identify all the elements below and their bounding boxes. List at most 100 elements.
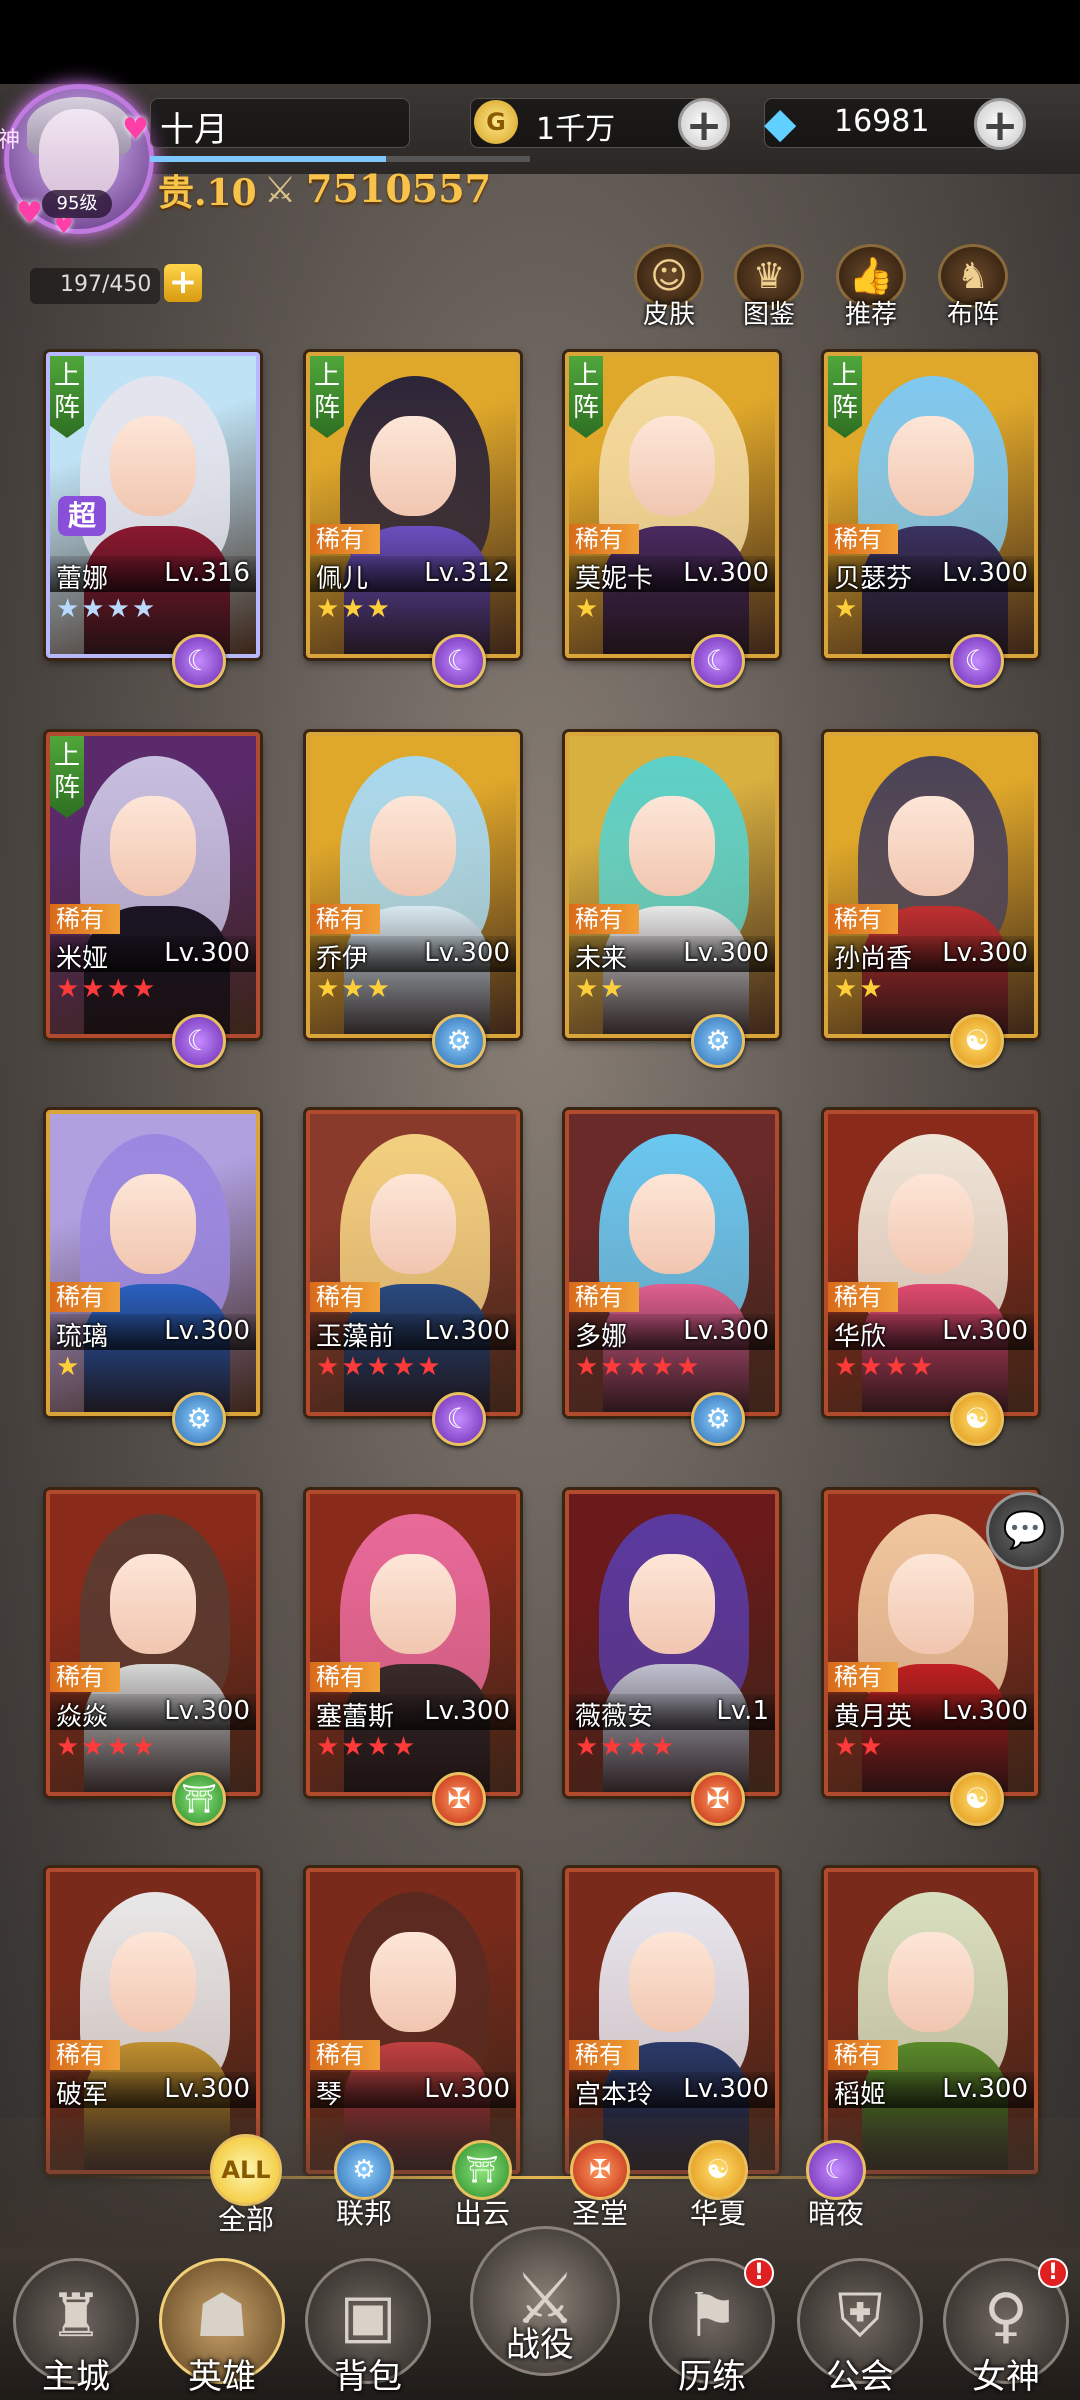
filter-label: 暗夜 [807, 2197, 864, 2230]
top-action-chess-knight[interactable]: ♞ 布阵 [936, 244, 1010, 330]
faction-badge-icon: ⚙ [432, 1014, 486, 1068]
hero-face [629, 1554, 715, 1654]
rarity-tag: 稀有 [569, 904, 639, 934]
nav-guild-shield[interactable]: ⛨ 公会 [790, 2258, 930, 2398]
hero-name: 稻姬 [834, 2080, 887, 2110]
hero-card[interactable]: 稀有 玉藻前 Lv.300 ★★★★★ [306, 1110, 520, 1416]
hero-level: Lv.300 [942, 558, 1028, 588]
hero-card[interactable]: 上阵 稀有 莫妮卡 Lv.300 ★ [565, 352, 779, 658]
hero-stars: ★★★★ [56, 974, 158, 1004]
hero-stars: ★★★★ [56, 594, 158, 624]
hero-face [370, 1932, 456, 2032]
add-gold-button[interactable]: + [678, 98, 730, 151]
expand-capacity-button[interactable]: + [164, 264, 202, 302]
hero-card[interactable]: 上阵 稀有 贝瑟芬 Lv.300 ★ [824, 352, 1038, 658]
rarity-tag: 稀有 [310, 1662, 380, 1692]
hero-level: Lv.300 [164, 1316, 250, 1346]
hero-stars: ★★★★ [316, 1732, 418, 1762]
hero-card[interactable]: 上阵 稀有 米娅 Lv.300 ★★★★ [46, 732, 260, 1038]
faction-badge-icon: ☾ [172, 1014, 226, 1068]
hero-card[interactable]: 稀有 多娜 Lv.300 ★★★★★ [565, 1110, 779, 1416]
faction-badge-icon: ☾ [432, 1392, 486, 1446]
hero-card[interactable]: 稀有 未来 Lv.300 ★★ [565, 732, 779, 1038]
rarity-tag: 稀有 [310, 2040, 380, 2070]
hero-card[interactable]: 稀有 琉璃 Lv.300 ★ [46, 1110, 260, 1416]
rarity-tag: 稀有 [828, 1282, 898, 1312]
rarity-tag: 稀有 [569, 2040, 639, 2070]
hero-level: Lv.300 [424, 2074, 510, 2104]
hero-capacity: 197/450 [60, 272, 152, 297]
hero-name: 薇薇安 [575, 1702, 654, 1732]
hero-face [629, 1174, 715, 1274]
faction-badge-icon: ☾ [691, 634, 745, 688]
top-action-thumbs-up[interactable]: 👍 推荐 [834, 244, 908, 330]
exp-bar-fill [150, 156, 386, 162]
hero-level: Lv.300 [164, 2074, 250, 2104]
hero-card[interactable]: 上阵 稀有 佩儿 Lv.312 ★★★ [306, 352, 520, 658]
combat-power: 7510557 [306, 166, 492, 211]
avatar-face [39, 109, 119, 199]
vip-label: 贵.10 [158, 172, 257, 214]
chat-button[interactable]: 💬 [986, 1492, 1064, 1570]
hero-card[interactable]: 薇薇安 Lv.1 ★★★★ [565, 1490, 779, 1796]
player-name: 十月 [160, 110, 228, 150]
filter-dark-night[interactable]: ☾ 暗夜 [786, 2140, 886, 2232]
filter-temple[interactable]: ✠ 圣堂 [550, 2140, 650, 2232]
alert-badge: ! [744, 2258, 774, 2288]
filter-all[interactable]: ALL 全部 [196, 2134, 296, 2238]
faction-badge-icon: ☾ [172, 634, 226, 688]
filter-huaxia[interactable]: ☯ 华夏 [668, 2140, 768, 2232]
faction-badge-icon: ⛩ [172, 1772, 226, 1826]
gold-coin-icon: G [474, 100, 518, 144]
hero-face [370, 1554, 456, 1654]
hero-face [110, 416, 196, 516]
top-action-crown[interactable]: ♛ 图鉴 [732, 244, 806, 330]
nav-label: 战役 [506, 2325, 574, 2365]
hero-face [110, 796, 196, 896]
hero-card[interactable]: 稀有 焱焱 Lv.300 ★★★★ [46, 1490, 260, 1796]
nav-castle[interactable]: ♜ 主城 [6, 2258, 146, 2398]
hero-level: Lv.300 [424, 1696, 510, 1726]
nav-map[interactable]: ⚑ 历练! [642, 2258, 782, 2398]
hero-face [370, 1174, 456, 1274]
status-bar [0, 0, 1080, 84]
hero-face [370, 416, 456, 516]
faction-badge-icon: ⚙ [172, 1392, 226, 1446]
nav-hooded-hero[interactable]: ☗ 英雄 [152, 2258, 292, 2398]
top-action-label: 布阵 [946, 300, 999, 330]
hero-stars: ★★★★ [575, 1732, 677, 1762]
nav-goddess[interactable]: ♀ 女神! [936, 2258, 1076, 2398]
hero-card[interactable]: 稀有 塞蕾斯 Lv.300 ★★★★ [306, 1490, 520, 1796]
alert-badge: ! [1038, 2258, 1068, 2288]
hero-level: Lv.300 [683, 938, 769, 968]
hero-stars: ★ [56, 1352, 82, 1382]
filter-federation[interactable]: ⚙ 联邦 [314, 2140, 414, 2232]
nav-crossed-swords[interactable]: ⚔ 战役 [470, 2226, 620, 2376]
rarity-tag: 稀有 [50, 1282, 120, 1312]
rarity-tag: 稀有 [310, 1282, 380, 1312]
top-action-mask[interactable]: ☺ 皮肤 [632, 244, 706, 330]
hero-stars: ★★★ [316, 594, 392, 624]
add-gems-button[interactable]: + [974, 98, 1026, 151]
hero-face [888, 1932, 974, 2032]
filter-label: 华夏 [689, 2197, 746, 2230]
rarity-tag: 稀有 [310, 904, 380, 934]
hero-stars: ★★★★ [56, 1732, 158, 1762]
hero-name: 贝瑟芬 [834, 564, 913, 594]
hero-name: 乔伊 [316, 944, 369, 974]
heart-icon: ♥ [16, 196, 43, 231]
nav-label: 主城 [42, 2357, 110, 2397]
faction-badge-icon: ⚙ [691, 1392, 745, 1446]
hero-card[interactable]: 稀有 孙尚香 Lv.300 ★★ [824, 732, 1038, 1038]
filter-label: 全部 [217, 2203, 274, 2236]
heart-icon: ♥ [122, 112, 149, 147]
filter-izumo[interactable]: ⛩ 出云 [432, 2140, 532, 2232]
nav-backpack[interactable]: ▣ 背包 [298, 2258, 438, 2398]
nav-label: 女神 [972, 2357, 1040, 2397]
hero-card[interactable]: 稀有 乔伊 Lv.300 ★★★ [306, 732, 520, 1038]
hero-name: 未来 [575, 944, 628, 974]
hero-level: Lv.300 [942, 1316, 1028, 1346]
hero-card[interactable]: 稀有 华欣 Lv.300 ★★★★ [824, 1110, 1038, 1416]
hero-stars: ★★★★ [834, 1352, 936, 1382]
hero-card[interactable]: 上阵超蕾娜 Lv.316 ★★★★ [46, 352, 260, 658]
